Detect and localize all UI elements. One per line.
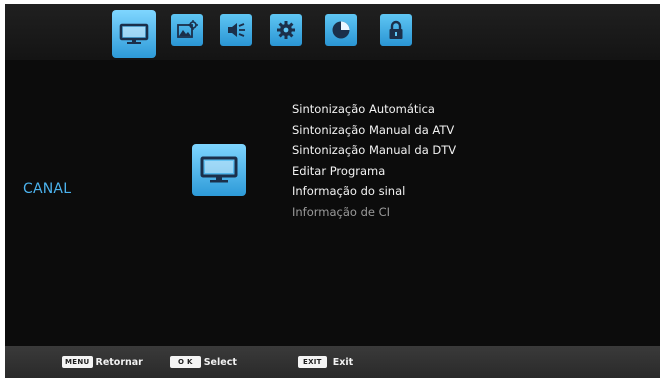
- menu-item-ci-info: Informação de CI: [292, 204, 391, 219]
- channel-tv-icon: [200, 156, 238, 183]
- menu-item-signal-info[interactable]: Informação do sinal: [292, 181, 456, 202]
- sound-speaker-icon: [228, 23, 245, 37]
- tab-lock[interactable]: [380, 14, 412, 46]
- menu-item-dtv-manual-tuning[interactable]: Sintonização Manual da DTV: [292, 140, 456, 161]
- hint-ok-select[interactable]: O K Select: [170, 356, 237, 368]
- hint-select-label: Select: [203, 356, 237, 368]
- section-icon: [192, 144, 246, 196]
- section-title: CANAL: [23, 181, 72, 197]
- tv-screen: CANAL Sintonização Automática Sintonizaç…: [5, 4, 660, 378]
- tab-picture[interactable]: [171, 14, 203, 46]
- settings-gear-icon: [277, 21, 295, 39]
- menu-item-auto-tuning[interactable]: Sintonização Automática: [292, 99, 456, 120]
- tab-time[interactable]: [325, 14, 357, 46]
- exit-key-badge: EXIT: [298, 356, 327, 368]
- picture-icon: [177, 20, 198, 38]
- channel-menu: Sintonização Automática Sintonização Man…: [292, 99, 456, 222]
- top-menu-bar: [5, 4, 660, 60]
- tab-channel[interactable]: [112, 10, 156, 58]
- hint-return-label: Retornar: [95, 356, 143, 368]
- menu-key-badge: MENU: [62, 356, 93, 368]
- hint-menu-return[interactable]: MENU Retornar: [62, 356, 143, 368]
- hint-exit-label: Exit: [332, 356, 354, 368]
- tab-settings[interactable]: [270, 14, 302, 46]
- main-panel: CANAL Sintonização Automática Sintonizaç…: [5, 60, 660, 346]
- ok-key-badge: O K: [170, 356, 201, 368]
- menu-item-program-edit[interactable]: Editar Programa: [292, 161, 456, 182]
- menu-item-atv-manual-tuning[interactable]: Sintonização Manual da ATV: [292, 120, 456, 141]
- lock-icon: [389, 20, 403, 39]
- hint-exit[interactable]: EXIT Exit: [298, 356, 353, 368]
- channel-tv-icon: [119, 23, 149, 44]
- time-clock-icon: [332, 21, 350, 39]
- footer-hint-bar: MENU Retornar O K Select EXIT Exit: [5, 346, 660, 378]
- tab-sound[interactable]: [220, 14, 252, 46]
